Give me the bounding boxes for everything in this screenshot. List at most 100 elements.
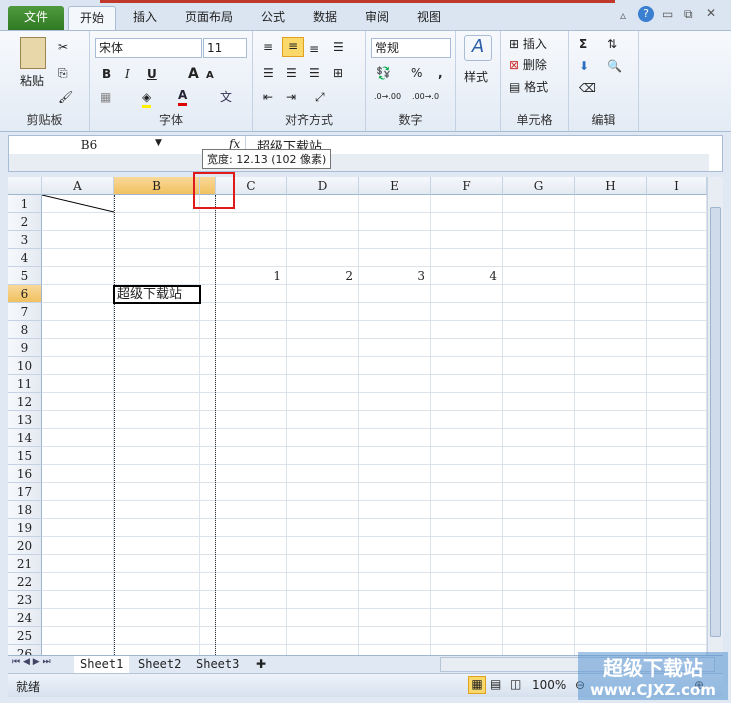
row-header[interactable]: 10 [8,357,42,375]
cut-icon[interactable]: ✂ [58,39,68,55]
row-header[interactable]: 25 [8,627,42,645]
scroll-thumb[interactable] [710,207,721,637]
row-header[interactable]: 12 [8,393,42,411]
column-header[interactable]: I [647,177,707,195]
align-left-icon[interactable]: ☰ [263,65,274,81]
normal-view-icon[interactable]: ▦ [468,676,486,694]
page-layout-view-icon[interactable]: ▤ [490,677,501,691]
percent-button[interactable]: % [411,65,422,81]
align-middle-icon[interactable]: ≡ [282,37,304,57]
worksheet-grid[interactable]: A B C D E F G H I 1 2 3 4 5 6 7 8 9 10 11 12 13 14 15 16 17 18 19 20… [8,177,708,655]
insert-cells-button[interactable]: ⊞ 插入 [509,36,547,52]
name-box[interactable]: B6 [9,136,169,154]
row-header[interactable]: 2 [8,213,42,231]
page-break-view-icon[interactable]: ◫ [510,677,521,691]
underline-button[interactable]: U [147,66,157,82]
tab-page-layout[interactable]: 页面布局 [178,6,240,30]
name-box-dropdown-icon[interactable]: ▼ [155,138,162,148]
decrease-indent-icon[interactable]: ⇤ [263,89,273,105]
sheet-nav-icon[interactable]: ⏮ ◀ ▶ ⏭ [12,657,51,667]
minimize-ribbon-icon[interactable]: ▵ [620,8,626,22]
row-header[interactable]: 14 [8,429,42,447]
column-header[interactable]: F [431,177,503,195]
row-header[interactable]: 4 [8,249,42,267]
cell-F5[interactable]: 4 [437,269,497,283]
row-header[interactable]: 13 [8,411,42,429]
increase-decimal-button[interactable]: .0→.00 [374,89,401,105]
row-header[interactable]: 15 [8,447,42,465]
sheet-tab-1[interactable]: Sheet1 [74,656,130,673]
cell-E5[interactable]: 3 [365,269,425,283]
close-icon[interactable]: ✕ [706,6,716,20]
column-header[interactable]: B [114,177,200,195]
select-all-corner[interactable] [8,177,42,195]
row-header[interactable]: 5 [8,267,42,285]
row-header[interactable]: 16 [8,465,42,483]
align-center-icon[interactable]: ☰ [286,65,297,81]
shrink-font-button[interactable]: A [206,68,214,84]
phonetic-button[interactable]: 文 [220,89,232,105]
cell-B6-active[interactable]: 超级下载站 [113,285,201,304]
format-painter-icon[interactable]: 🖌 [58,89,73,105]
cell-D5[interactable]: 2 [293,269,353,283]
tab-formulas[interactable]: 公式 [252,6,294,30]
autosum-button[interactable]: Σ [579,36,587,52]
row-header[interactable]: 11 [8,375,42,393]
paste-icon[interactable] [20,37,46,69]
row-header[interactable]: 20 [8,537,42,555]
styles-icon[interactable]: A [464,35,492,61]
row-header[interactable]: 24 [8,609,42,627]
wrap-text-icon[interactable]: ☰ [333,39,344,55]
zoom-level[interactable]: 100% [532,678,566,692]
tab-insert[interactable]: 插入 [124,6,166,30]
row-header[interactable]: 17 [8,483,42,501]
font-name-select[interactable]: 宋体 [95,38,202,58]
border-icon[interactable]: ▦ [100,89,111,105]
sheet-tab-3[interactable]: Sheet3 [190,656,245,673]
help-icon[interactable]: ? [638,6,654,22]
format-cells-button[interactable]: ▤ 格式 [509,79,548,95]
bold-button[interactable]: B [102,66,111,82]
italic-button[interactable]: I [125,66,130,82]
font-size-select[interactable]: 11 [203,38,247,58]
find-icon[interactable]: 🔍 [607,58,622,74]
row-header[interactable]: 21 [8,555,42,573]
row-header[interactable]: 23 [8,591,42,609]
tab-data[interactable]: 数据 [304,6,346,30]
row-header[interactable]: 19 [8,519,42,537]
restore-icon[interactable]: ⧉ [684,7,693,22]
sheet-tab-2[interactable]: Sheet2 [132,656,187,673]
number-format-select[interactable]: 常规 [371,38,451,58]
row-header[interactable]: 7 [8,303,42,321]
merge-center-icon[interactable]: ⊞ [333,65,343,81]
row-header[interactable]: 6 [8,285,42,303]
row-header[interactable]: 26 [8,645,42,655]
row-header[interactable]: 18 [8,501,42,519]
increase-indent-icon[interactable]: ⇥ [286,89,296,105]
tab-view[interactable]: 视图 [408,6,450,30]
vertical-scrollbar[interactable] [707,177,723,655]
column-header[interactable]: G [503,177,575,195]
align-right-icon[interactable]: ☰ [309,65,320,81]
row-header[interactable]: 1 [8,195,42,213]
sort-filter-icon[interactable]: ⇅ [607,36,617,52]
decrease-decimal-button[interactable]: .00→.0 [412,89,439,105]
tab-review[interactable]: 审阅 [356,6,398,30]
align-bottom-icon[interactable]: ≡ [309,41,319,57]
currency-icon[interactable]: 💱 [376,65,391,81]
column-header[interactable]: D [287,177,359,195]
column-header[interactable]: A [42,177,114,195]
row-header[interactable]: 8 [8,321,42,339]
row-header[interactable]: 22 [8,573,42,591]
row-header[interactable]: 3 [8,231,42,249]
copy-icon[interactable]: ⎘ [58,65,68,81]
orientation-icon[interactable]: ⤢ [315,89,325,105]
column-header[interactable]: E [359,177,431,195]
tab-home[interactable]: 开始 [68,6,116,30]
fill-color-icon[interactable]: ◈ [142,89,152,108]
minimize-icon[interactable]: ▭ [662,7,673,21]
column-header[interactable]: H [575,177,647,195]
styles-button[interactable]: 样式 [464,69,488,85]
clear-icon[interactable]: ⌫ [579,80,596,96]
fill-icon[interactable]: ⬇ [579,58,589,74]
